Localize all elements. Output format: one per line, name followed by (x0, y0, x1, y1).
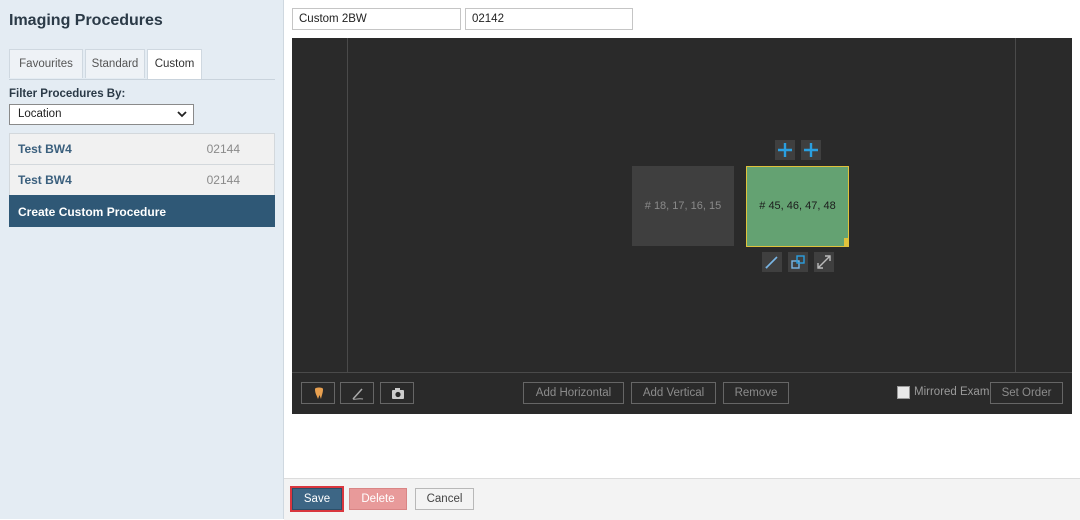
add-vertical-button[interactable]: Add Vertical (631, 382, 716, 404)
procedure-code: 02144 (206, 142, 240, 156)
create-custom-procedure-button[interactable]: Create Custom Procedure (9, 195, 275, 227)
filter-select[interactable]: Location (9, 104, 194, 125)
list-item[interactable]: Test BW4 02144 (9, 164, 275, 195)
annotate-tool-button[interactable] (340, 382, 374, 404)
footer-bar: Save Delete Cancel (284, 478, 1080, 520)
resize-handle[interactable] (844, 238, 848, 246)
procedure-code-input[interactable]: 02142 (465, 8, 633, 30)
camera-tool-button[interactable] (380, 382, 414, 404)
tab-favourites[interactable]: Favourites (9, 49, 83, 78)
plus-icon (778, 143, 792, 157)
set-order-button[interactable]: Set Order (990, 382, 1063, 404)
filter-select-value: Location (18, 108, 62, 120)
cancel-button[interactable]: Cancel (415, 488, 474, 510)
image-slot-selected[interactable]: # 45, 46, 47, 48 (746, 166, 849, 247)
tab-custom[interactable]: Custom (147, 49, 202, 79)
procedure-layout-canvas[interactable]: # 18, 17, 16, 15 # 45, 46, 47, 48 Add Ho… (292, 38, 1072, 414)
image-slot[interactable]: # 18, 17, 16, 15 (632, 166, 734, 246)
mirrored-exam-checkbox[interactable] (897, 386, 910, 399)
pencil-icon (765, 256, 778, 269)
guide-line-left (347, 38, 348, 372)
list-item[interactable]: Test BW4 02144 (9, 133, 275, 164)
chevron-down-icon (177, 111, 187, 118)
edit-image-button[interactable] (762, 252, 782, 272)
save-button[interactable]: Save (290, 486, 344, 512)
procedure-name: Test BW4 (18, 173, 72, 187)
rotate-icon (791, 255, 805, 269)
guide-line-right (1015, 38, 1016, 372)
rotate-image-button[interactable] (788, 252, 808, 272)
add-image-right-button[interactable] (801, 140, 821, 160)
remove-button[interactable]: Remove (723, 382, 789, 404)
delete-button[interactable]: Delete (349, 488, 407, 510)
add-horizontal-button[interactable]: Add Horizontal (523, 382, 624, 404)
procedure-name-input[interactable]: Custom 2BW (292, 8, 461, 30)
tooth-icon (315, 387, 323, 399)
pen-icon (352, 388, 364, 400)
camera-icon (392, 388, 404, 399)
procedure-name: Test BW4 (18, 142, 72, 156)
resize-image-button[interactable] (814, 252, 834, 272)
procedure-list: Test BW4 02144 Test BW4 02144 Create Cus… (9, 133, 275, 227)
filter-label: Filter Procedures By: (9, 88, 126, 100)
toolbar-divider (292, 372, 1072, 373)
sidebar: Imaging Procedures Favourites Standard C… (0, 0, 284, 519)
image-slot-label: # 45, 46, 47, 48 (759, 200, 836, 212)
tooth-tool-button[interactable] (301, 382, 335, 404)
procedure-code: 02144 (206, 173, 240, 187)
procedure-tabs: Favourites Standard Custom (9, 49, 275, 80)
resize-icon (817, 255, 831, 269)
create-custom-procedure-label: Create Custom Procedure (18, 205, 167, 219)
add-image-left-button[interactable] (775, 140, 795, 160)
plus-icon (804, 143, 818, 157)
tab-standard[interactable]: Standard (85, 49, 145, 78)
mirrored-exam-label: Mirrored Exam (914, 386, 990, 398)
sidebar-title: Imaging Procedures (9, 12, 163, 29)
